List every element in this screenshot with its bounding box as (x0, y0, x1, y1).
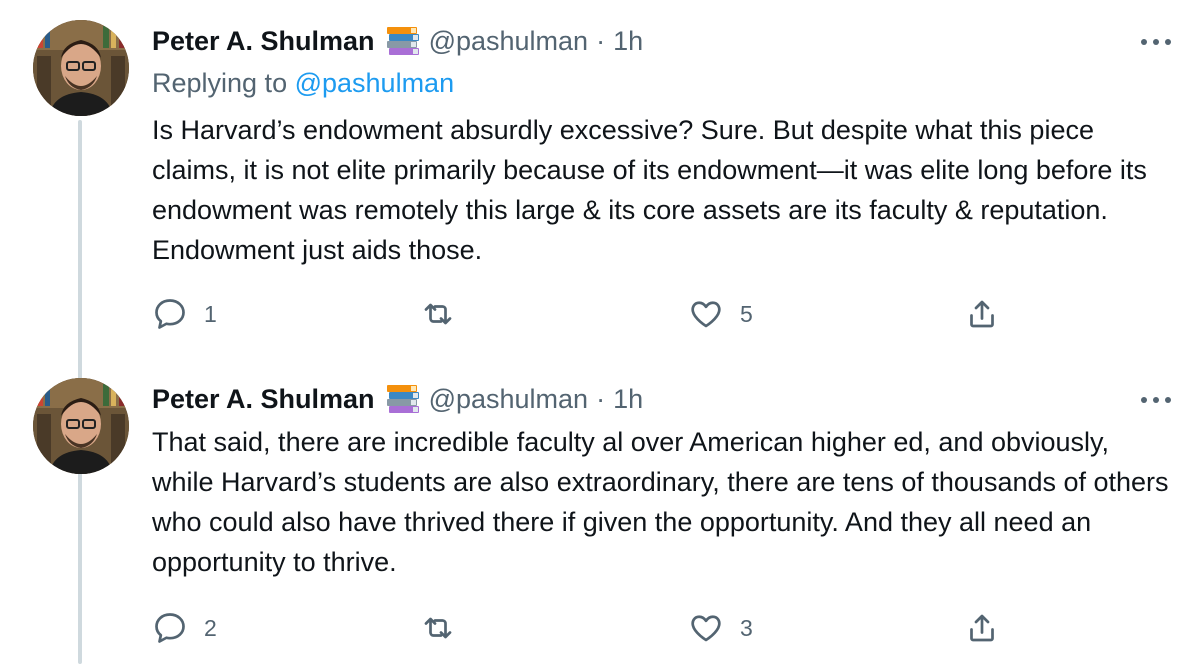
share-button[interactable] (964, 294, 1000, 334)
share-icon (970, 300, 994, 328)
timestamp[interactable]: 1h (613, 26, 643, 57)
heart-icon (691, 301, 721, 328)
reply-bubble-icon (155, 299, 185, 329)
heart-icon (691, 615, 721, 642)
avatar[interactable] (33, 20, 129, 116)
tweet-header: Peter A. Shulman @pashulman · 1h (152, 379, 643, 419)
reply-bubble-icon (155, 613, 185, 643)
tweet-text: Is Harvard’s endowment absurdly excessiv… (152, 115, 1147, 265)
more-dots-icon[interactable] (1138, 382, 1174, 418)
reply-button[interactable]: 2 (152, 608, 217, 648)
reply-button[interactable]: 1 (152, 294, 217, 334)
tweet-actions: 1 5 (152, 294, 1012, 334)
author-handle[interactable]: @pashulman (429, 384, 589, 415)
like-button[interactable]: 3 (688, 608, 753, 648)
retweet-icon (424, 617, 452, 639)
retweet-icon (424, 303, 452, 325)
reply-count: 1 (204, 300, 217, 327)
replying-to-link[interactable]: @pashulman (295, 68, 455, 98)
avatar[interactable] (33, 378, 129, 474)
books-emoji-icon (385, 384, 421, 414)
like-count: 5 (740, 300, 753, 327)
more-dots-icon[interactable] (1138, 24, 1174, 60)
author-name[interactable]: Peter A. Shulman (152, 26, 375, 57)
like-button[interactable]: 5 (688, 294, 753, 334)
retweet-button[interactable] (420, 294, 472, 334)
share-icon (970, 614, 994, 642)
timestamp[interactable]: 1h (613, 384, 643, 415)
tweet-text: That said, there are incredible faculty … (152, 427, 1169, 577)
separator-dot: · (596, 383, 606, 414)
share-button[interactable] (964, 608, 1000, 648)
author-name[interactable]: Peter A. Shulman (152, 384, 375, 415)
like-count: 3 (740, 614, 753, 641)
separator-dot: · (596, 25, 606, 56)
author-handle[interactable]: @pashulman (429, 26, 589, 57)
tweet-header: Peter A. Shulman @pashulman · 1h (152, 21, 643, 61)
books-emoji-icon (385, 26, 421, 56)
reply-count: 2 (204, 614, 217, 641)
retweet-button[interactable] (420, 608, 472, 648)
replying-to-label: Replying to (152, 68, 295, 98)
replying-to: Replying to @pashulman (152, 68, 454, 99)
tweet-actions: 2 3 (152, 608, 1012, 648)
